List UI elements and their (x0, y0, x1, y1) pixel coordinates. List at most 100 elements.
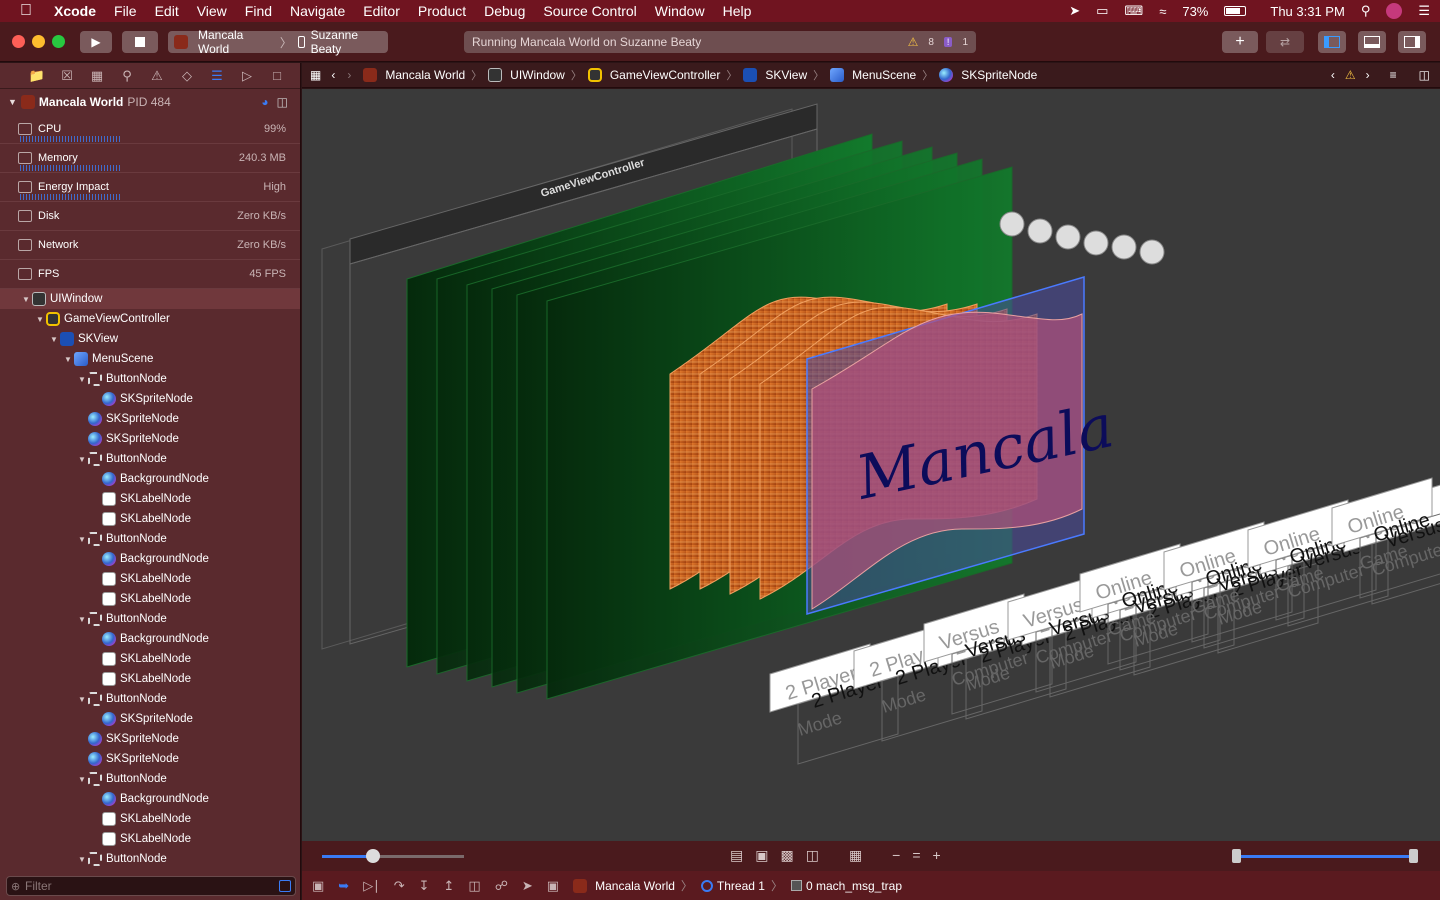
tree-item[interactable]: SKSpriteNode (0, 389, 300, 409)
tree-item[interactable]: SKSpriteNode (0, 409, 300, 429)
spacing-slider-thumb[interactable] (366, 849, 380, 863)
tree-item[interactable]: SKSpriteNode (0, 749, 300, 769)
tree-item[interactable]: SKSpriteNode (0, 709, 300, 729)
disclosure-triangle-icon[interactable]: ▼ (8, 97, 17, 107)
breakpoint-navigator-icon[interactable]: ▷ (232, 68, 262, 84)
adjust-view-mode-icon[interactable]: ▩ (780, 847, 793, 864)
tree-item[interactable]: ▼ MenuScene (0, 349, 300, 369)
change-canvas-background-icon[interactable]: ◫ (806, 847, 819, 864)
filter-field[interactable]: ⊕ Filter (6, 876, 296, 896)
tree-item[interactable]: ▼ ButtonNode (0, 609, 300, 629)
breadcrumb-app[interactable]: Mancala World (363, 68, 465, 82)
breadcrumb-gameviewcontroller[interactable]: GameViewController (587, 68, 720, 82)
debug-frame-crumb[interactable]: 0 mach_msg_trap (790, 879, 902, 893)
editor-options-icon[interactable]: ≡ (1390, 68, 1397, 82)
location-icon[interactable]: ➤ (1069, 3, 1080, 19)
breadcrumb-menuscene[interactable]: MenuScene (830, 68, 916, 82)
tree-item[interactable]: SKLabelNode (0, 589, 300, 609)
range-slider-left-thumb[interactable] (1232, 849, 1241, 863)
filter-options-icon[interactable] (279, 880, 291, 892)
toggle-inspector-button[interactable] (1398, 31, 1426, 53)
scheme-selector[interactable]: Mancala World 〉 Suzanne Beaty (168, 28, 388, 56)
debug-thread-crumb[interactable]: Thread 1 (700, 879, 765, 893)
tree-item[interactable]: ▼ ButtonNode (0, 369, 300, 389)
back-arrow-icon[interactable]: ‹ (331, 68, 335, 82)
warning-count[interactable]: 8 (928, 37, 934, 48)
previous-issue-icon[interactable]: ‹ (1331, 68, 1335, 82)
warning-icon[interactable]: ⚠ (1345, 68, 1356, 82)
process-row[interactable]: ▼ Mancala World PID 484 ◕ ◫ (0, 89, 300, 115)
menu-debug[interactable]: Debug (484, 3, 525, 19)
breadcrumb-skspritenode[interactable]: SKSpriteNode (939, 68, 1037, 82)
spacing-slider[interactable] (322, 849, 464, 863)
debug-process-crumb[interactable]: Mancala World (573, 878, 675, 893)
gauge-cpu[interactable]: CPU 99% (0, 115, 300, 144)
disclosure-triangle-icon[interactable]: ▼ (76, 855, 88, 864)
next-issue-icon[interactable]: › (1366, 68, 1370, 82)
step-into-icon[interactable]: ↧ (419, 878, 430, 894)
forward-arrow-icon[interactable]: › (347, 68, 351, 82)
zoom-actual-icon[interactable]: = (912, 847, 920, 864)
tree-item[interactable]: SKLabelNode (0, 489, 300, 509)
runtime-issue-icon[interactable]: ! (943, 37, 953, 47)
menu-navigate[interactable]: Navigate (290, 3, 345, 19)
find-navigator-icon[interactable]: ⚲ (112, 68, 142, 84)
menu-view[interactable]: View (197, 3, 227, 19)
debug-view-hierarchy-icon[interactable]: ◫ (468, 878, 480, 894)
menu-product[interactable]: Product (418, 3, 466, 19)
breakpoints-toggle-icon[interactable]: ➥ (338, 878, 349, 894)
step-out-icon[interactable]: ↥ (444, 878, 455, 894)
environment-overrides-icon[interactable]: ▣ (547, 878, 559, 894)
close-window-button[interactable] (12, 35, 25, 48)
tree-item[interactable]: SKLabelNode (0, 829, 300, 849)
source-control-navigator-icon[interactable]: ☒ (52, 68, 82, 84)
keyboard-icon[interactable]: ⌨ (1124, 3, 1143, 19)
menu-window[interactable]: Window (655, 3, 705, 19)
show-constraints-icon[interactable]: ▣ (755, 847, 768, 864)
library-button[interactable]: + (1222, 31, 1258, 53)
issue-count[interactable]: 1 (962, 37, 968, 48)
show-clipped-content-icon[interactable]: ▤ (730, 847, 743, 864)
menu-find[interactable]: Find (245, 3, 272, 19)
disclosure-triangle-icon[interactable]: ▼ (48, 335, 60, 344)
disclosure-triangle-icon[interactable]: ▼ (76, 615, 88, 624)
disclosure-triangle-icon[interactable]: ▼ (76, 775, 88, 784)
zoom-out-icon[interactable]: − (892, 847, 900, 864)
tree-item[interactable]: BackgroundNode (0, 549, 300, 569)
view-hierarchy-canvas[interactable]: GameViewController Mancala 2 Player 2 Pl… (302, 89, 1440, 841)
clock[interactable]: Thu 3:31 PM (1270, 4, 1344, 19)
tree-item[interactable]: ▼ ButtonNode (0, 849, 300, 869)
debug-navigator-icon[interactable]: ☰ (202, 68, 232, 84)
tree-item[interactable]: ▼ ButtonNode (0, 529, 300, 549)
tree-item[interactable]: SKLabelNode (0, 649, 300, 669)
stop-button[interactable] (122, 31, 158, 53)
user-avatar-icon[interactable] (1386, 3, 1403, 19)
disclosure-triangle-icon[interactable]: ▼ (76, 375, 88, 384)
activity-view[interactable]: Running Mancala World on Suzanne Beaty ⚠… (464, 31, 976, 53)
menu-help[interactable]: Help (723, 3, 752, 19)
tree-item[interactable]: SKSpriteNode (0, 729, 300, 749)
step-over-icon[interactable]: ↷ (394, 878, 405, 894)
tree-item[interactable]: BackgroundNode (0, 629, 300, 649)
range-slider-right-thumb[interactable] (1409, 849, 1418, 863)
tree-item[interactable]: ▼ ButtonNode (0, 769, 300, 789)
app-menu[interactable]: Xcode (54, 3, 96, 19)
menu-edit[interactable]: Edit (155, 3, 179, 19)
symbol-navigator-icon[interactable]: ▦ (82, 68, 112, 84)
breadcrumb-uiwindow[interactable]: UIWindow (488, 68, 565, 82)
test-navigator-icon[interactable]: ◇ (172, 68, 202, 84)
toggle-debug-area-button[interactable] (1358, 31, 1386, 53)
minimize-window-button[interactable] (32, 35, 45, 48)
run-button[interactable]: ▶ (80, 31, 112, 53)
add-editor-icon[interactable]: ◫ (1419, 68, 1430, 82)
toggle-navigator-button[interactable] (1318, 31, 1346, 53)
tree-item[interactable]: BackgroundNode (0, 789, 300, 809)
tree-item[interactable]: ▼ GameViewController (0, 309, 300, 329)
range-slider[interactable] (1232, 849, 1418, 863)
tree-item[interactable]: ▼ UIWindow (0, 289, 300, 309)
related-items-icon[interactable]: ▦ (310, 68, 321, 82)
orient-3d-icon[interactable]: ▦ (849, 847, 862, 864)
disclosure-triangle-icon[interactable]: ▼ (34, 315, 46, 324)
debug-memory-graph-icon[interactable]: ☍ (495, 878, 508, 894)
menu-editor[interactable]: Editor (363, 3, 400, 19)
